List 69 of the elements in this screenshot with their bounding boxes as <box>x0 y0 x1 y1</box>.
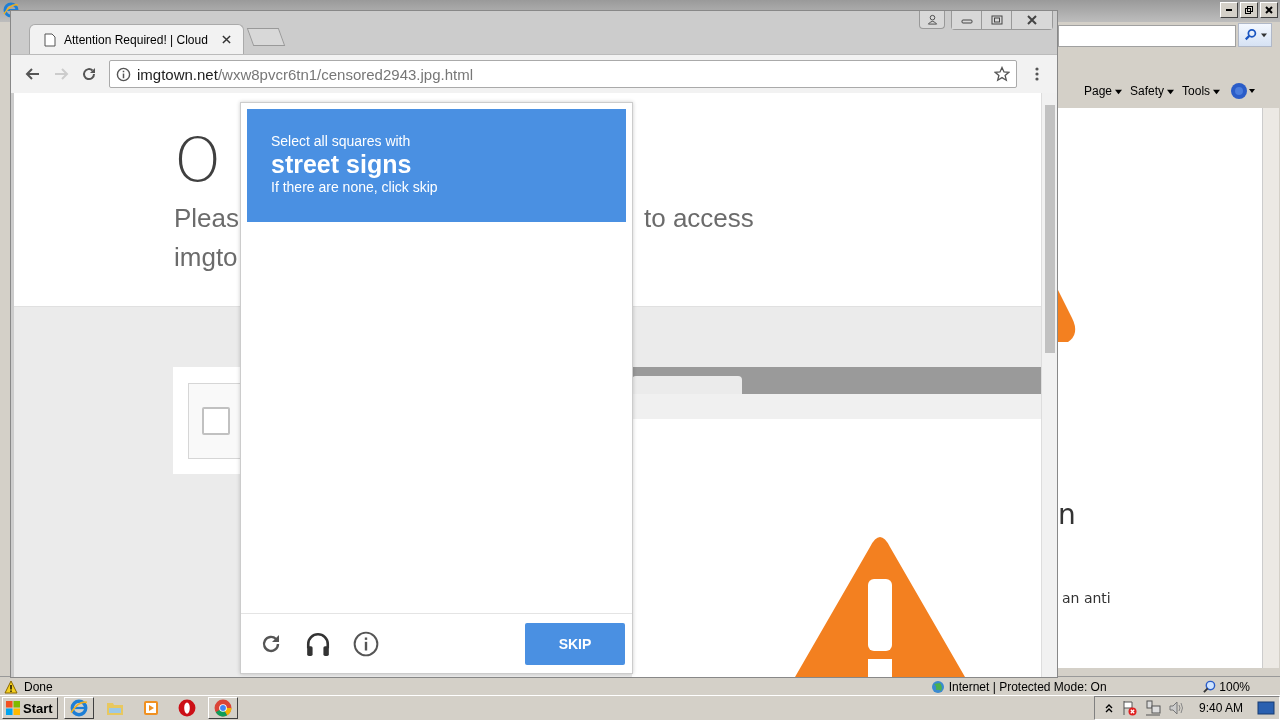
menu-button[interactable]: Safety <box>1130 82 1175 100</box>
subtitle-fragment: to access <box>644 203 754 234</box>
round-logo-icon <box>213 699 232 717</box>
person-icon <box>926 14 938 25</box>
caret-icon <box>1213 87 1221 95</box>
folder-icon <box>105 700 124 716</box>
headphones-icon[interactable] <box>305 630 331 657</box>
heading-fragment: n <box>1058 498 1076 531</box>
help-icon[interactable] <box>1230 82 1257 100</box>
close-icon <box>1264 5 1274 15</box>
e-logo-icon <box>3 2 19 18</box>
info-icon[interactable] <box>116 66 131 82</box>
media-player-icon <box>142 700 159 716</box>
checkbox[interactable] <box>201 406 230 435</box>
menu-icon[interactable] <box>1035 66 1039 82</box>
speaker-icon[interactable] <box>1168 700 1185 716</box>
maximize-button[interactable] <box>982 11 1012 29</box>
instruction-text: Select all squares with <box>271 133 412 149</box>
zoom-button[interactable]: 100% <box>1203 679 1250 694</box>
profile-button[interactable] <box>919 11 945 29</box>
close-icon[interactable] <box>222 35 231 44</box>
network-icon[interactable] <box>1144 700 1161 716</box>
close-icon <box>1026 15 1038 25</box>
minimize-icon <box>960 16 973 24</box>
restore-button[interactable] <box>1240 2 1258 18</box>
subtitle-fragment: Pleas <box>174 203 240 234</box>
scrollbar[interactable] <box>1041 93 1057 677</box>
status-text: Done <box>24 679 53 694</box>
url-text: imgtown.net/wxw8pvcr6tn1/censored2943.jpg.html <box>137 65 474 83</box>
close-button[interactable] <box>1012 11 1052 29</box>
address-bar[interactable]: imgtown.net/wxw8pvcr6tn1/censored2943.jpg.html <box>109 60 1017 88</box>
chevron-up-icon[interactable] <box>1104 703 1113 713</box>
windows-logo-icon <box>5 700 21 716</box>
taskbar-button[interactable] <box>63 697 94 719</box>
start-button[interactable]: Start <box>2 697 58 719</box>
search-field[interactable] <box>1058 25 1236 47</box>
caret-icon <box>1260 32 1267 38</box>
search-icon <box>1243 28 1258 42</box>
security-zone-text: Internet | Protected Mode: On <box>948 679 1107 694</box>
minimize-icon <box>1226 9 1232 11</box>
restore-icon <box>1244 5 1254 15</box>
hint-text: If there are none, click skip <box>271 179 439 195</box>
flag-error-icon[interactable] <box>1120 700 1137 716</box>
clock-text: 9:40 AM <box>1198 701 1243 715</box>
back-arrow-icon[interactable] <box>25 66 41 82</box>
menu-button[interactable]: Tools <box>1182 82 1221 100</box>
subtitle-fragment: imgto <box>174 242 238 273</box>
reload-icon[interactable] <box>81 66 97 82</box>
caret-icon <box>1115 87 1123 95</box>
globe-icon <box>930 679 945 694</box>
star-icon[interactable] <box>994 66 1010 82</box>
page-icon <box>44 32 56 47</box>
menu-button[interactable]: Page <box>1084 82 1123 100</box>
caret-icon <box>1167 87 1175 95</box>
page-heading: O <box>174 125 222 195</box>
close-button[interactable] <box>1260 2 1278 18</box>
browser-tab[interactable]: Attention Required! | Cloud <box>29 24 244 54</box>
warning-icon <box>4 679 18 694</box>
o-logo-icon <box>177 699 196 717</box>
search-button[interactable] <box>1238 23 1272 47</box>
scrollbar[interactable] <box>1262 108 1279 668</box>
text-fragment: an anti <box>1062 590 1111 606</box>
e-logo-icon <box>69 699 88 717</box>
info-icon[interactable] <box>353 630 379 657</box>
desktop-icon[interactable] <box>1257 700 1275 716</box>
target-text: street signs <box>271 149 413 179</box>
zoom-icon <box>1203 680 1217 693</box>
taskbar-button[interactable] <box>207 697 238 719</box>
maximize-icon <box>990 15 1003 25</box>
